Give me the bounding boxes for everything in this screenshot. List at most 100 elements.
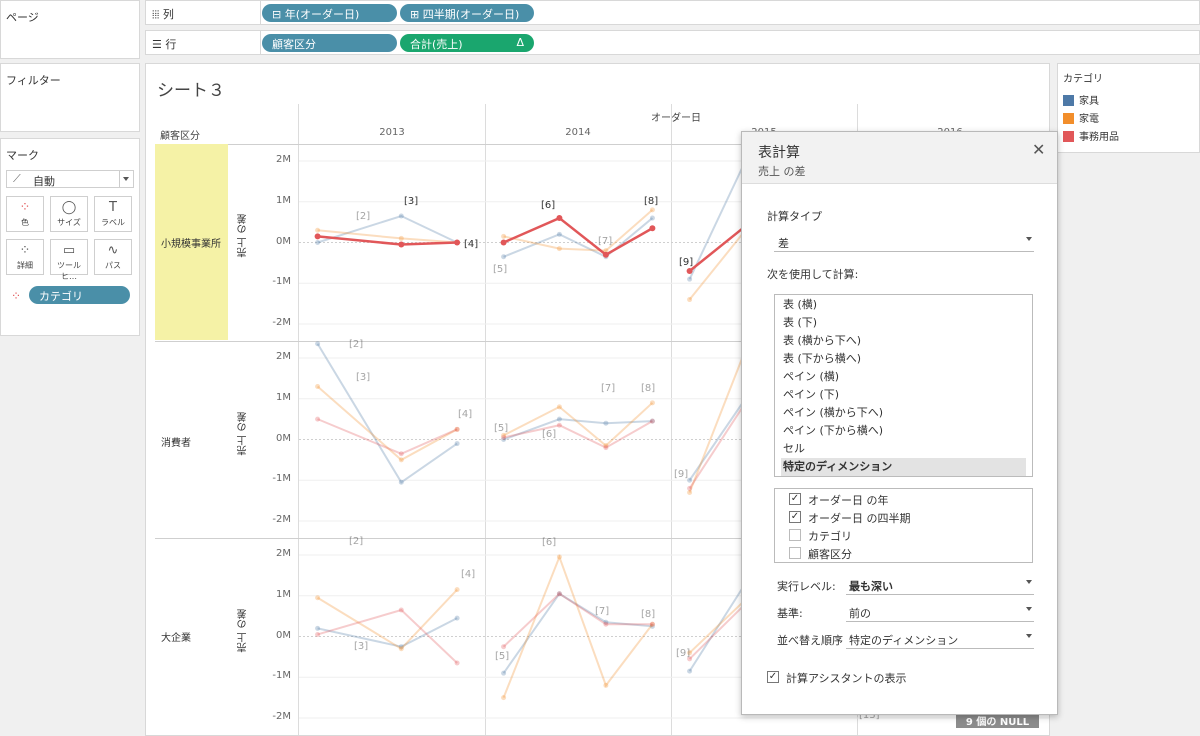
compute-option[interactable]: 表 (横) xyxy=(781,296,817,314)
compute-option[interactable]: ペイン (下から横へ) xyxy=(781,422,883,440)
compute-option[interactable]: ペイン (下) xyxy=(781,386,839,404)
columns-shelf[interactable]: ⦙⦙⦙ 列 ⊟ 年(オーダー日) ⊞ 四半期(オーダー日) xyxy=(145,0,1200,25)
dim-checkbox-category[interactable] xyxy=(789,529,801,541)
calc-type-dropdown[interactable]: 差 xyxy=(774,232,1034,252)
data-point xyxy=(398,235,404,241)
legend-item-technology[interactable]: 家電 xyxy=(1063,110,1099,125)
rows-icon: ☰ xyxy=(152,38,162,51)
compute-option[interactable]: 表 (横から下へ) xyxy=(781,332,861,350)
data-point xyxy=(315,384,321,390)
detail-button[interactable]: ⁘ 詳細 xyxy=(6,239,44,275)
quarter-pill-label: 四半期(オーダー日) xyxy=(422,8,520,21)
tooltip-button[interactable]: ▭ ツールヒ… xyxy=(50,239,88,281)
table-calculation-dialog: 表計算 売上 の差 ✕ 計算タイプ 差 次を使用して計算: 表 (横) 表 (下… xyxy=(741,131,1058,715)
data-point xyxy=(398,241,405,248)
data-point xyxy=(501,254,507,260)
sum-sales-pill[interactable]: 合計(売上) Δ xyxy=(400,34,534,52)
compute-option[interactable]: ペイン (横から下へ) xyxy=(781,404,883,422)
legend-label: 家電 xyxy=(1079,114,1099,125)
color-field-icon: ⁘ xyxy=(11,289,22,303)
pages-card: ページ xyxy=(0,0,140,59)
data-point xyxy=(687,485,693,491)
data-point xyxy=(398,607,404,613)
data-point xyxy=(398,213,404,219)
dim-label-year: オーダー日 の年 xyxy=(808,494,889,507)
data-point xyxy=(556,422,562,428)
rows-shelf[interactable]: ☰ 行 顧客区分 合計(売上) Δ xyxy=(145,30,1200,55)
chevron-down-icon xyxy=(123,177,129,181)
columns-label-text: 列 xyxy=(162,8,174,21)
compute-option[interactable]: ペイン (横) xyxy=(781,368,839,386)
series-line-事務用品 xyxy=(688,603,747,660)
dim-checkbox-segment[interactable] xyxy=(789,547,801,559)
dropdown-divider xyxy=(119,171,120,187)
quarter-order-date-pill[interactable]: ⊞ 四半期(オーダー日) xyxy=(400,4,534,22)
mark-type-value: 自動 xyxy=(33,175,55,188)
data-point xyxy=(454,615,460,621)
label-button[interactable]: T ラベル xyxy=(94,196,132,232)
data-point xyxy=(556,404,562,410)
sort-dropdown[interactable]: 特定のディメンション xyxy=(846,629,1034,649)
data-point xyxy=(501,644,507,650)
year-order-date-pill[interactable]: ⊟ 年(オーダー日) xyxy=(262,4,397,22)
data-point xyxy=(315,595,321,601)
compute-using-label: 次を使用して計算: xyxy=(767,268,859,281)
dim-label-quarter: オーダー日 の四半期 xyxy=(808,512,911,525)
data-point xyxy=(500,239,507,246)
point-label: [7] xyxy=(595,606,609,617)
calc-assistant-checkbox[interactable]: ✓ xyxy=(767,671,779,683)
dim-checkbox-quarter[interactable]: ✓ xyxy=(789,511,801,523)
point-label: [3] xyxy=(404,196,418,207)
data-point xyxy=(602,251,609,258)
data-point xyxy=(687,276,693,282)
dim-checkbox-year[interactable]: ✓ xyxy=(789,493,801,505)
data-point xyxy=(315,625,321,631)
line-mark-icon: ⟋ xyxy=(13,172,21,185)
chevron-down-icon xyxy=(1026,634,1032,638)
data-point xyxy=(315,227,321,233)
detail-button-label: 詳細 xyxy=(17,261,33,270)
compute-using-list[interactable]: 表 (横) 表 (下) 表 (横から下へ) 表 (下から横へ) ペイン (横) … xyxy=(774,294,1033,477)
sort-label: 並べ替え順序 xyxy=(777,634,843,647)
level-dropdown[interactable]: 最も深い xyxy=(846,575,1034,595)
data-point xyxy=(398,457,404,463)
size-button[interactable]: ◯ サイズ xyxy=(50,196,88,232)
path-button[interactable]: ∿ パス xyxy=(94,239,132,275)
data-point xyxy=(398,451,404,457)
dimension-list: ✓ オーダー日 の年 ✓ オーダー日 の四半期 カテゴリ 顧客区分 xyxy=(774,488,1033,563)
compute-option[interactable]: 表 (下から横へ) xyxy=(781,350,861,368)
data-point xyxy=(315,341,321,347)
data-point xyxy=(454,441,460,447)
legend-item-furniture[interactable]: 家具 xyxy=(1063,92,1099,107)
compute-option[interactable]: セル xyxy=(781,440,805,458)
segment-pill[interactable]: 顧客区分 xyxy=(262,34,397,52)
tableau-workspace: ページ フィルター マーク ⟋ 自動 ⁘ 色 ◯ サイズ T ラベル ⁘ 詳細 xyxy=(0,0,1200,736)
point-label: [6] xyxy=(542,429,556,440)
color-button[interactable]: ⁘ 色 xyxy=(6,196,44,232)
close-icon[interactable]: ✕ xyxy=(1032,140,1045,159)
point-label: [4] xyxy=(461,569,475,580)
data-point xyxy=(649,207,655,213)
legend-item-office-supplies[interactable]: 事務用品 xyxy=(1063,128,1119,143)
compute-option[interactable]: 表 (下) xyxy=(781,314,817,332)
dialog-header: 表計算 売上 の差 ✕ xyxy=(742,132,1057,184)
compute-option-selected[interactable]: 特定のディメンション xyxy=(781,458,1026,476)
data-point xyxy=(454,587,460,593)
legend-label: 事務用品 xyxy=(1079,132,1119,143)
color-legend: カテゴリ 家具 家電 事務用品 xyxy=(1057,63,1200,153)
data-point xyxy=(454,239,461,246)
mark-type-dropdown[interactable]: ⟋ 自動 xyxy=(6,170,134,188)
filters-card[interactable]: フィルター xyxy=(0,63,140,132)
calc-assistant-label: 計算アシスタントの表示 xyxy=(786,672,907,685)
pages-title: ページ xyxy=(6,11,39,24)
dim-label-segment: 顧客区分 xyxy=(808,548,852,561)
series-line-家電 xyxy=(688,349,747,493)
category-mark-pill[interactable]: カテゴリ xyxy=(29,286,130,304)
relative-dropdown[interactable]: 前の xyxy=(846,602,1034,622)
series-line-家具 xyxy=(503,217,654,258)
path-button-label: パス xyxy=(105,261,121,270)
legend-title: カテゴリ xyxy=(1063,74,1103,85)
year-pill-label: 年(オーダー日) xyxy=(284,8,360,21)
series-line-家電 xyxy=(503,402,654,447)
point-label: [5] xyxy=(493,264,507,275)
